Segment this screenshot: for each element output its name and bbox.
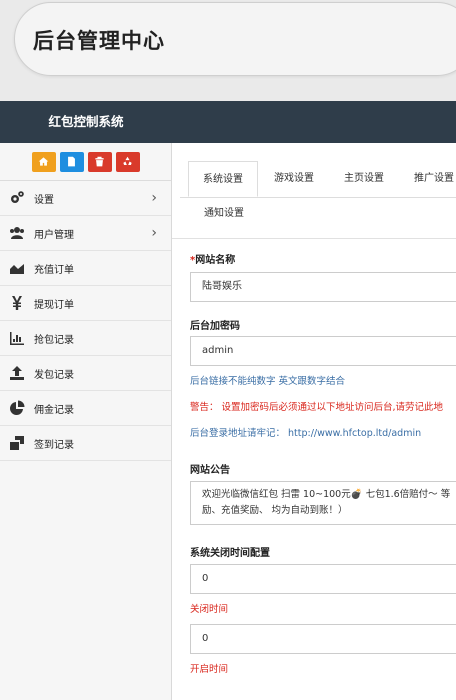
announcement-textarea[interactable]: 欢迎光临微信红包 扫雷 10~100元💣 七包1.6倍赔付～ 等 励、充值奖励、…	[190, 481, 456, 525]
area-chart-icon	[8, 259, 26, 277]
trash-shortcut-button[interactable]	[87, 151, 112, 172]
sidebar-item-send-records[interactable]: 发包记录	[0, 356, 171, 391]
settings-tabs: 系统设置 游戏设置 主页设置 推广设置 通知设置	[172, 143, 456, 239]
tab-promo-settings[interactable]: 推广设置	[402, 161, 456, 197]
file-icon	[68, 156, 75, 167]
users-icon	[8, 224, 26, 242]
home-shortcut-button[interactable]	[31, 151, 56, 172]
pie-chart-icon	[8, 399, 26, 417]
sidebar-item-label: 提现订单	[34, 299, 74, 311]
tab-system-settings[interactable]: 系统设置	[188, 161, 258, 197]
page-header-card: 后台管理中心	[14, 2, 456, 76]
trash-icon	[95, 156, 104, 167]
sidebar-item-label: 设置	[34, 194, 54, 206]
top-navbar: 红包控制系统	[0, 101, 456, 143]
chevron-right-icon: ›	[151, 190, 157, 206]
sidebar-item-label: 抢包记录	[34, 334, 74, 346]
admin-login-url: 后台登录地址请牢记： http://www.hfctop.ltd/admin	[190, 428, 422, 439]
password-hint: 后台链接不能纯数字 英文跟数字结合	[190, 376, 346, 387]
tab-game-settings[interactable]: 游戏设置	[262, 161, 326, 197]
sidebar: 设置 › 用户管理 › 充值订单 提现订单 抢包记录 发包记录 佣金记录 签到记…	[0, 143, 172, 700]
announcement-line: 欢迎光临微信红包 扫雷 10~100元💣 七包1.6倍赔付～ 等	[202, 489, 451, 500]
sidebar-item-label: 佣金记录	[34, 404, 74, 416]
site-name-input[interactable]: 陆哥娱乐	[190, 272, 456, 302]
sidebar-item-commission-records[interactable]: 佣金记录	[0, 391, 171, 426]
sidebar-item-settings[interactable]: 设置 ›	[0, 181, 171, 216]
sidebar-item-label: 充值订单	[34, 264, 74, 276]
yen-icon	[8, 294, 26, 312]
site-name-label-text: 网站名称	[195, 255, 236, 266]
sidebar-item-label: 签到记录	[34, 439, 74, 451]
gears-icon	[8, 189, 26, 207]
close-time-hint: 关闭时间	[190, 604, 229, 615]
upload-icon	[8, 364, 26, 382]
tab-home-settings[interactable]: 主页设置	[332, 161, 396, 197]
security-warning: 警告： 设置加密码后必须通过以下地址访问后台,请劳记此地	[190, 402, 444, 413]
sidebar-item-grab-records[interactable]: 抢包记录	[0, 321, 171, 356]
shortcut-bar	[0, 143, 171, 181]
bar-chart-icon	[8, 329, 26, 347]
sidebar-item-checkin-records[interactable]: 签到记录	[0, 426, 171, 461]
close-time-input[interactable]: 0	[190, 564, 456, 594]
open-time-input[interactable]: 0	[190, 624, 456, 654]
brand-title: 红包控制系统	[48, 114, 124, 129]
sidebar-item-withdraw-orders[interactable]: 提现订单	[0, 286, 171, 321]
close-time-config-label: 系统关闭时间配置	[190, 548, 270, 559]
sidebar-item-recharge-orders[interactable]: 充值订单	[0, 251, 171, 286]
recycle-shortcut-button[interactable]	[115, 151, 140, 172]
sidebar-item-label: 发包记录	[34, 369, 74, 381]
announcement-line: 励、充值奖励、 均为自动到账！）	[202, 505, 348, 516]
chevron-right-icon: ›	[151, 225, 157, 241]
sidebar-item-users[interactable]: 用户管理 ›	[0, 216, 171, 251]
file-shortcut-button[interactable]	[59, 151, 84, 172]
site-name-label: *网站名称	[190, 251, 235, 266]
open-time-hint: 开启时间	[190, 664, 229, 675]
recycle-icon	[123, 156, 132, 165]
announcement-label: 网站公告	[190, 465, 230, 476]
admin-password-label: 后台加密码	[190, 321, 240, 332]
home-icon	[38, 157, 49, 166]
main-content: 系统设置 游戏设置 主页设置 推广设置 通知设置 *网站名称 陆哥娱乐 后台加密…	[172, 143, 456, 700]
admin-password-input[interactable]: admin	[190, 336, 456, 366]
windows-icon	[8, 434, 26, 452]
sidebar-item-label: 用户管理	[34, 229, 74, 241]
tab-notify-settings[interactable]: 通知设置	[190, 196, 258, 232]
page-title: 后台管理中心	[33, 29, 165, 53]
